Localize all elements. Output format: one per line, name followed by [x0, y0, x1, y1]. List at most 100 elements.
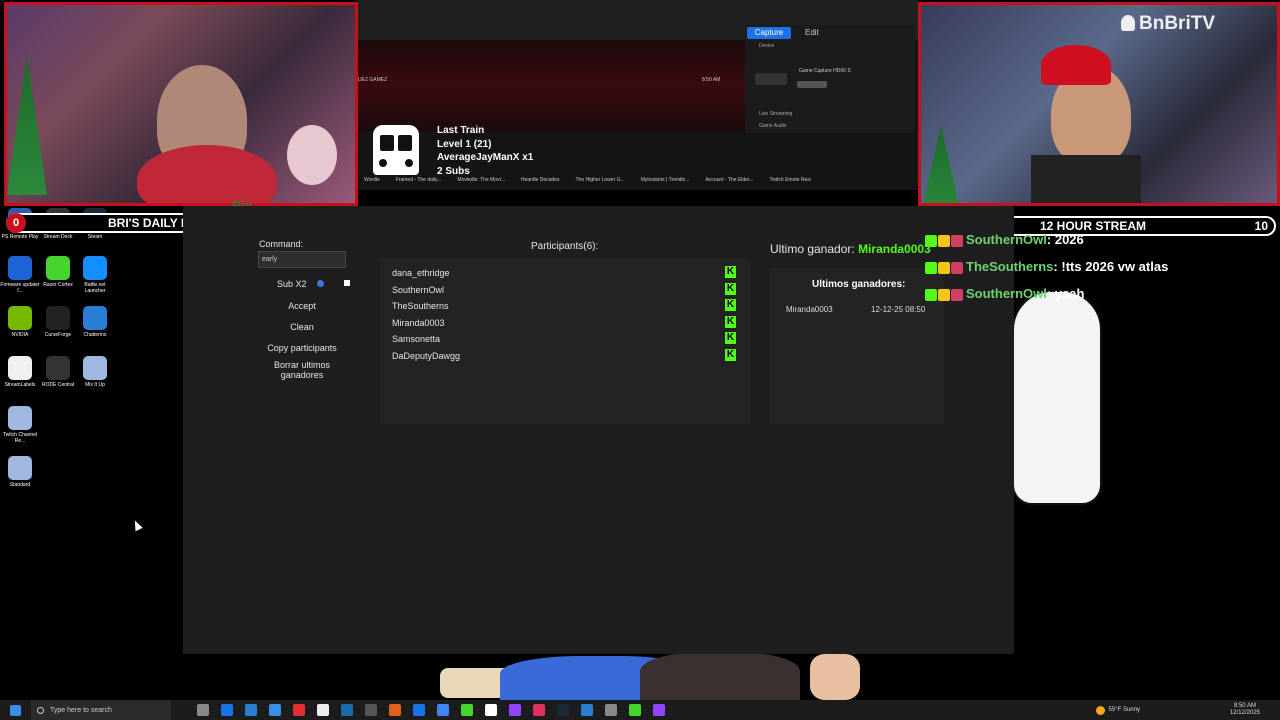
winner-entry-date: 12-12-25 08:50	[871, 305, 926, 314]
taskbar-app-icon[interactable]	[221, 704, 233, 716]
taskbar-app-icon[interactable]	[461, 704, 473, 716]
stream-goal-target: 10	[1254, 219, 1268, 233]
windows-start-icon[interactable]	[10, 704, 21, 716]
participants-panel: dana_ethridge K SouthernOwl K TheSoutherns K M…	[380, 258, 750, 424]
sub-checkbox[interactable]	[344, 280, 350, 286]
command-input[interactable]: early	[258, 251, 346, 268]
taskbar-app-icon[interactable]	[245, 704, 257, 716]
chat-message: SouthernOwl: 2026	[925, 232, 1084, 247]
weather-icon	[1095, 705, 1105, 715]
chat-badge-icon	[925, 261, 937, 274]
taskbar-app-icon[interactable]	[557, 704, 569, 716]
browser-header-time: 8:50 AM	[702, 77, 721, 83]
bookmark-item[interactable]: Wordle	[364, 177, 380, 183]
mouse-cursor	[131, 518, 143, 532]
chat-message: TheSoutherns: !tts 2026 vw atlas	[925, 259, 1168, 274]
kick-icon: K	[725, 299, 736, 312]
desktop-icon-label: PS Remote Play	[1, 234, 39, 240]
desktop-icon-label: Stream Deck	[43, 234, 73, 240]
tab-edit[interactable]: Edit	[805, 28, 819, 37]
desktop-icon[interactable]: Razer Cortex	[38, 256, 78, 288]
app-icon	[83, 356, 107, 380]
game-audio-label[interactable]: Game Audio	[759, 123, 787, 129]
taskbar-app-icon[interactable]	[485, 704, 497, 716]
chat-badge-icon	[951, 261, 963, 274]
browser-header-left: UEZ GAMEZ	[358, 77, 388, 83]
weather-text[interactable]: 55°F Sunny	[1109, 707, 1140, 713]
desktop-icon[interactable]: Standard	[0, 456, 40, 488]
taskbar-app-icon[interactable]	[629, 704, 641, 716]
taskbar-app-icon[interactable]	[317, 704, 329, 716]
train-user: AverageJayManX x1	[437, 152, 534, 163]
taskbar-app-icon[interactable]	[509, 704, 521, 716]
desktop-icon-label: Twitch Channel Re...	[2, 432, 38, 444]
bookmark-item[interactable]: Account - The Elder...	[706, 177, 754, 183]
stream-screen: PS Remote Play Stream Deck Steam Firmware u…	[0, 0, 1280, 720]
desktop-icon-label: Steam	[87, 234, 103, 240]
kick-icon: K	[725, 349, 736, 361]
kicks-goal-count: 0	[6, 213, 26, 233]
desktop-icon-label: Battle.net Launcher	[84, 282, 106, 294]
desktop-icon[interactable]: Mix It Up	[75, 356, 115, 388]
taskbar-app-icon[interactable]	[413, 704, 425, 716]
desktop-icon-label: Chatterino	[83, 332, 107, 338]
participant-row: DaDeputyDawgg	[392, 351, 461, 361]
taskbar-app-icon[interactable]	[533, 704, 545, 716]
system-tray[interactable]	[1170, 706, 1230, 714]
bookmark-item[interactable]: Myinstants | Trendin...	[641, 177, 690, 183]
app-icon	[83, 306, 107, 330]
taskbar-app-icon[interactable]	[365, 704, 377, 716]
kick-icon: K	[725, 266, 736, 278]
app-icon	[46, 356, 70, 380]
bookmark-item[interactable]: Framed - The daily...	[396, 177, 442, 183]
desktop-icon[interactable]: Twitch Channel Re...	[0, 406, 40, 444]
stream-goal-label: 12 HOUR STREAM	[1040, 219, 1147, 233]
participants-title: Participants(6):	[531, 241, 599, 252]
desktop-icon[interactable]: NVIDIA	[0, 306, 40, 338]
info-icon[interactable]	[317, 280, 325, 287]
clock[interactable]: 8:50 AM 12/12/2025	[1230, 703, 1260, 717]
clean-button[interactable]: Clean	[258, 318, 346, 336]
winners-title: Ultimos ganadores:	[812, 279, 906, 290]
taskbar-app-icon[interactable]	[293, 704, 305, 716]
bookmark-item[interactable]: Twitch Emote Resi	[770, 177, 811, 183]
taskbar-app-icon[interactable]	[341, 704, 353, 716]
taskbar-apps	[191, 704, 671, 716]
taskbar-search[interactable]: Type here to search	[31, 700, 171, 720]
train-icon	[373, 125, 419, 175]
train-info: Last Train Level 1 (21) AverageJayManX x…	[437, 124, 533, 178]
desktop-icon[interactable]: RODE Central	[38, 356, 78, 388]
taskbar-app-icon[interactable]	[581, 704, 593, 716]
taskbar-app-icon[interactable]	[269, 704, 281, 716]
search-icon	[37, 706, 44, 714]
desktop-icon[interactable]: Battle.net Launcher	[75, 256, 115, 294]
taskbar-app-icon[interactable]	[605, 704, 617, 716]
taskbar-app-icon[interactable]	[197, 704, 209, 716]
app-icon	[46, 306, 70, 330]
desktop-icon[interactable]: Chatterino	[75, 306, 115, 338]
bottom-character	[440, 652, 870, 700]
train-level: Level 1 (21)	[437, 138, 492, 150]
taskbar-app-icon[interactable]	[389, 704, 401, 716]
last-winner: Ultimo ganador: Miranda0003	[770, 242, 931, 256]
copy-participants-button[interactable]: Copy participants	[258, 339, 346, 357]
desktop-icon[interactable]: Firmware updater f...	[0, 256, 40, 294]
device-label: Device	[759, 43, 775, 49]
taskbar-app-icon[interactable]	[437, 704, 449, 716]
app-icon	[8, 256, 32, 280]
desktop-icon[interactable]: CurseForge	[38, 306, 78, 338]
kick-icon: K	[725, 315, 736, 328]
chat-badge-icon	[951, 288, 963, 301]
app-icon	[8, 356, 32, 380]
borrar-ganadores-button[interactable]: Borrar ultimos ganadores	[258, 359, 346, 381]
clock-time: 8:50 AM	[1233, 703, 1256, 709]
accept-button[interactable]: Accept	[258, 297, 346, 315]
live-streaming-label[interactable]: Live Streaming	[759, 111, 792, 117]
tab-capture[interactable]: Capture	[747, 27, 791, 39]
capture-settings-panel: Capture Edit Device Game Capture HD60 S …	[745, 25, 915, 133]
desktop-icon[interactable]: StreamLabels	[0, 356, 40, 388]
taskbar-app-icon[interactable]	[653, 704, 665, 716]
desktop-icon-label: NVIDIA	[11, 332, 29, 338]
bookmark-item[interactable]: The Higher Lower G...	[576, 177, 625, 183]
clock-date: 12/12/2025	[1229, 710, 1260, 716]
